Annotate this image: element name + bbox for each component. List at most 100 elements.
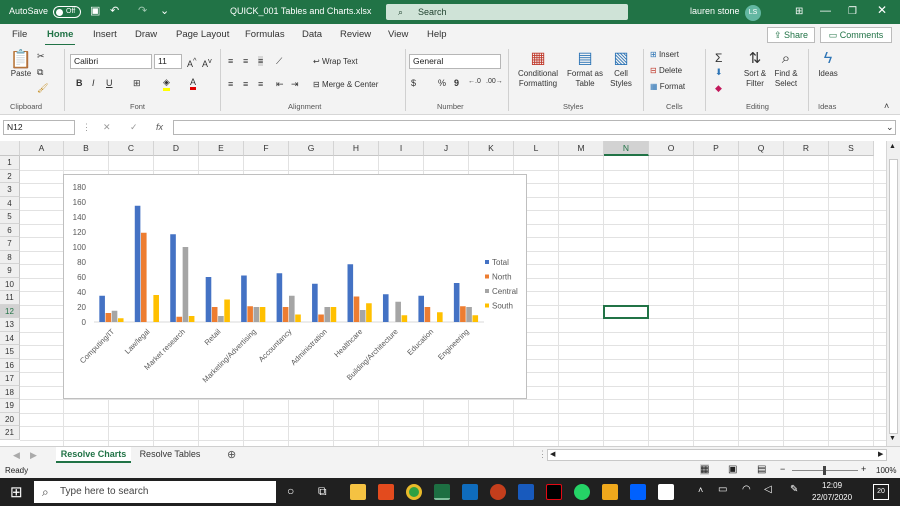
column-header-s[interactable]: S: [829, 141, 874, 156]
row-header-7[interactable]: 7: [0, 237, 20, 251]
row-header-3[interactable]: 3: [0, 183, 20, 197]
font-name-select[interactable]: Calibri: [70, 54, 152, 69]
next-sheet-icon[interactable]: ▶: [30, 450, 37, 461]
restore-icon[interactable]: ❐: [848, 6, 857, 17]
delete-cells-button[interactable]: ⊟ Delete: [650, 66, 682, 76]
tab-page-layout[interactable]: Page Layout: [176, 29, 229, 40]
scroll-thumb[interactable]: [889, 159, 898, 434]
column-header-g[interactable]: G: [289, 141, 334, 156]
find-select-button[interactable]: ⌕ Find & Select: [770, 49, 802, 89]
amazon-icon[interactable]: [658, 484, 674, 500]
scroll-left-icon[interactable]: ◀: [550, 450, 555, 458]
zoom-level[interactable]: 100%: [876, 466, 896, 475]
number-format-select[interactable]: General: [409, 54, 501, 69]
formula-input[interactable]: [173, 120, 896, 135]
chart[interactable]: 0 20 40 60 80 100 120 140 160 180 Computing/IT Law/…: [63, 174, 527, 399]
tab-data[interactable]: Data: [302, 29, 322, 40]
clock-date[interactable]: 22/07/2020: [812, 493, 852, 502]
underline-button[interactable]: U: [106, 78, 113, 88]
row-header-1[interactable]: 1: [0, 156, 20, 170]
cut-icon[interactable]: ✂: [37, 51, 45, 62]
decrease-font-icon[interactable]: Av: [202, 56, 212, 69]
add-sheet-icon[interactable]: ⊕: [227, 448, 236, 461]
align-center-icon[interactable]: ≡: [243, 79, 248, 89]
excel-icon[interactable]: [434, 484, 450, 500]
selected-cell[interactable]: [603, 305, 649, 319]
select-all-corner[interactable]: [0, 141, 20, 156]
zoom-slider-thumb[interactable]: [823, 466, 826, 475]
tab-review[interactable]: Review: [340, 29, 371, 40]
sheet-tab-resolve-charts[interactable]: Resolve Charts: [56, 447, 131, 463]
search-input[interactable]: ⌕ Search: [386, 4, 628, 20]
battery-icon[interactable]: ▭: [718, 484, 727, 495]
share-button[interactable]: ⇪ Share: [767, 27, 815, 43]
clear-icon[interactable]: ◆: [715, 83, 722, 94]
align-top-icon[interactable]: ≡: [228, 56, 233, 66]
increase-decimal-icon[interactable]: ←.0: [468, 78, 481, 85]
task-view-icon[interactable]: ⧉: [318, 484, 327, 499]
wrap-text-button[interactable]: ↩ Wrap Text: [313, 57, 358, 67]
row-header-19[interactable]: 19: [0, 399, 20, 413]
column-header-m[interactable]: M: [559, 141, 604, 156]
comma-button[interactable]: 9: [454, 78, 459, 88]
orientation-icon[interactable]: ⟋: [276, 56, 282, 67]
column-header-i[interactable]: I: [379, 141, 424, 156]
row-header-5[interactable]: 5: [0, 210, 20, 224]
percent-button[interactable]: %: [438, 78, 446, 88]
column-header-a[interactable]: A: [20, 141, 64, 156]
decrease-decimal-icon[interactable]: .00→: [486, 78, 503, 85]
row-header-11[interactable]: 11: [0, 291, 20, 305]
increase-indent-icon[interactable]: ⇥: [291, 79, 299, 90]
collapse-ribbon-icon[interactable]: ˄: [884, 101, 889, 111]
fill-color-icon[interactable]: ◈: [163, 77, 170, 91]
minimize-icon[interactable]: —: [820, 6, 831, 17]
decrease-indent-icon[interactable]: ⇤: [276, 79, 284, 90]
expand-formula-icon[interactable]: ⌄: [886, 122, 894, 133]
page-layout-icon[interactable]: ▣: [728, 464, 737, 475]
redo-icon[interactable]: ↷: [138, 6, 147, 17]
row-header-16[interactable]: 16: [0, 358, 20, 372]
row-header-4[interactable]: 4: [0, 196, 20, 210]
align-bottom-icon[interactable]: ≡: [258, 56, 264, 66]
tab-insert[interactable]: Insert: [93, 29, 117, 40]
enter-icon[interactable]: ✓: [130, 122, 138, 133]
notification-center-icon[interactable]: 20: [873, 484, 889, 500]
horizontal-scrollbar[interactable]: ◀ ▶: [547, 449, 887, 461]
cell-styles-button[interactable]: ▧ Cell Styles: [605, 49, 637, 89]
column-header-f[interactable]: F: [244, 141, 289, 156]
row-header-20[interactable]: 20: [0, 412, 20, 426]
taskbar-search[interactable]: ⌕ Type here to search: [34, 481, 276, 503]
whatsapp-icon[interactable]: [574, 484, 590, 500]
column-header-k[interactable]: K: [469, 141, 514, 156]
outlook-icon[interactable]: [462, 484, 478, 500]
tab-draw[interactable]: Draw: [135, 29, 157, 40]
save-icon[interactable]: ▣: [90, 6, 100, 17]
column-header-r[interactable]: R: [784, 141, 829, 156]
sheet-tab-resolve-tables[interactable]: Resolve Tables: [135, 447, 205, 463]
tab-split-icon[interactable]: ⋮: [538, 449, 547, 460]
autosum-icon[interactable]: Σ: [715, 51, 722, 65]
scroll-right-icon[interactable]: ▶: [878, 450, 883, 458]
volume-icon[interactable]: ◁: [764, 484, 772, 495]
align-middle-icon[interactable]: ≡: [243, 56, 248, 66]
zoom-in-icon[interactable]: +: [861, 464, 866, 474]
comments-button[interactable]: ▭ Comments: [820, 27, 892, 43]
row-header-15[interactable]: 15: [0, 345, 20, 359]
pen-icon[interactable]: ✎: [790, 484, 798, 495]
zoom-out-icon[interactable]: −: [780, 464, 785, 474]
cortana-icon[interactable]: ○: [287, 484, 294, 498]
format-cells-button[interactable]: ▦ Format: [650, 82, 685, 92]
file-explorer-icon[interactable]: [350, 484, 366, 500]
name-box[interactable]: N12: [3, 120, 75, 135]
bold-button[interactable]: B: [76, 78, 83, 88]
sort-filter-button[interactable]: ⇅ Sort & Filter: [740, 49, 770, 89]
close-icon[interactable]: ✕: [877, 4, 887, 16]
column-header-c[interactable]: C: [109, 141, 154, 156]
tab-file[interactable]: File: [12, 29, 27, 40]
align-right-icon[interactable]: ≡: [258, 79, 263, 89]
format-painter-icon[interactable]: 🖌: [37, 83, 48, 94]
avatar[interactable]: LS: [745, 5, 761, 21]
row-header-2[interactable]: 2: [0, 169, 20, 183]
prev-sheet-icon[interactable]: ◀: [13, 450, 20, 461]
paste-button[interactable]: 📋 Paste: [8, 49, 34, 79]
